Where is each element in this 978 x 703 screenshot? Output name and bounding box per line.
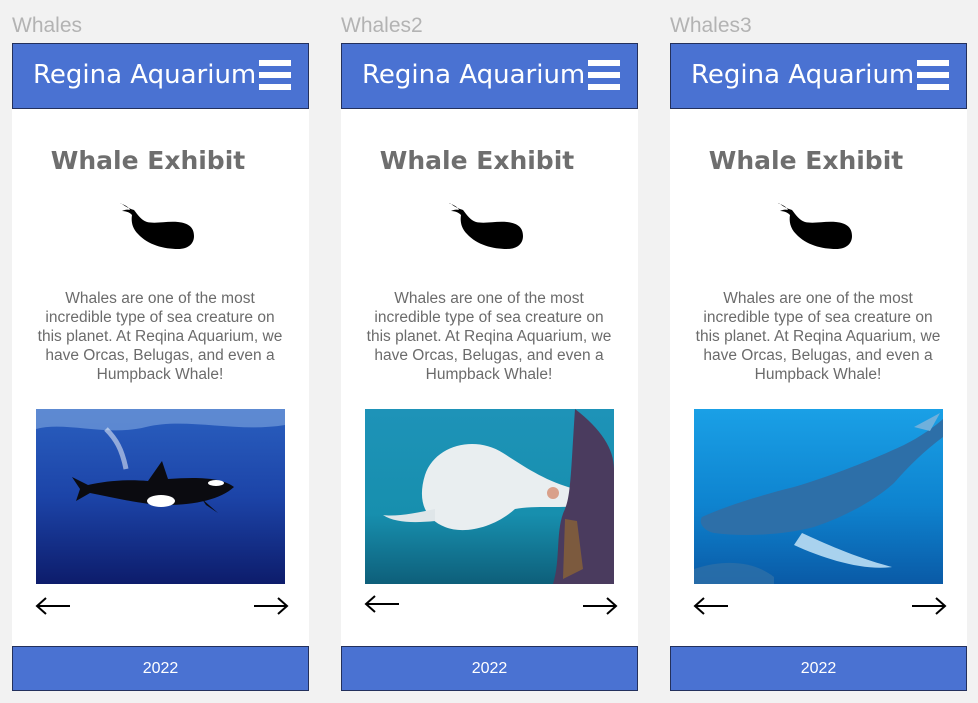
arrow-right-icon[interactable] — [250, 594, 290, 618]
beluga-photo — [365, 409, 614, 584]
page-title: Whale Exhibit — [708, 146, 904, 175]
artboard-label: Whales — [12, 14, 83, 37]
arrow-right-icon[interactable] — [579, 594, 619, 618]
app-header: Regina Aquarium — [341, 43, 638, 109]
phone-screen: Regina Aquarium Whale Exhibit Whales are… — [670, 43, 967, 691]
artboard-label: Whales3 — [670, 14, 752, 37]
artboard-whales3: Whales3 Regina Aquarium Whale Exhibit Wh… — [670, 0, 967, 703]
app-footer: 2022 — [670, 646, 967, 691]
app-footer: 2022 — [341, 646, 638, 691]
brand-name: Regina Aquarium — [691, 60, 915, 90]
exhibit-description: Whales are one of the most incredible ty… — [695, 290, 941, 383]
artboard-whales2: Whales2 Regina Aquarium Whale Exhibit Wh… — [341, 0, 638, 703]
exhibit-description: Whales are one of the most incredible ty… — [366, 290, 612, 383]
app-footer: 2022 — [12, 646, 309, 691]
page-title: Whale Exhibit — [379, 146, 575, 175]
footer-year: 2022 — [800, 660, 837, 677]
arrow-left-icon[interactable] — [34, 594, 74, 618]
arrow-left-icon[interactable] — [692, 594, 732, 618]
page-title: Whale Exhibit — [50, 146, 246, 175]
brand-name: Regina Aquarium — [362, 60, 586, 90]
arrow-right-icon[interactable] — [908, 594, 948, 618]
arrow-left-icon[interactable] — [363, 592, 403, 616]
exhibit-description: Whales are one of the most incredible ty… — [37, 290, 283, 383]
humpback-photo — [694, 409, 943, 584]
hamburger-menu-icon[interactable] — [588, 60, 620, 90]
whale-icon — [778, 203, 852, 249]
phone-screen: Regina Aquarium Whale Exhibit Whales are… — [341, 43, 638, 691]
whale-icon — [449, 203, 523, 249]
artboard-whales: Whales Regina Aquarium Whale Exhibit Wha… — [12, 0, 309, 703]
hamburger-menu-icon[interactable] — [917, 60, 949, 90]
app-header: Regina Aquarium — [12, 43, 309, 109]
footer-year: 2022 — [142, 660, 179, 677]
footer-year: 2022 — [471, 660, 508, 677]
phone-screen: Regina Aquarium Whale Exhibit Whales are… — [12, 43, 309, 691]
artboard-label: Whales2 — [341, 14, 423, 37]
orca-photo — [36, 409, 285, 584]
whale-icon — [120, 203, 194, 249]
hamburger-menu-icon[interactable] — [259, 60, 291, 90]
app-header: Regina Aquarium — [670, 43, 967, 109]
brand-name: Regina Aquarium — [33, 60, 257, 90]
